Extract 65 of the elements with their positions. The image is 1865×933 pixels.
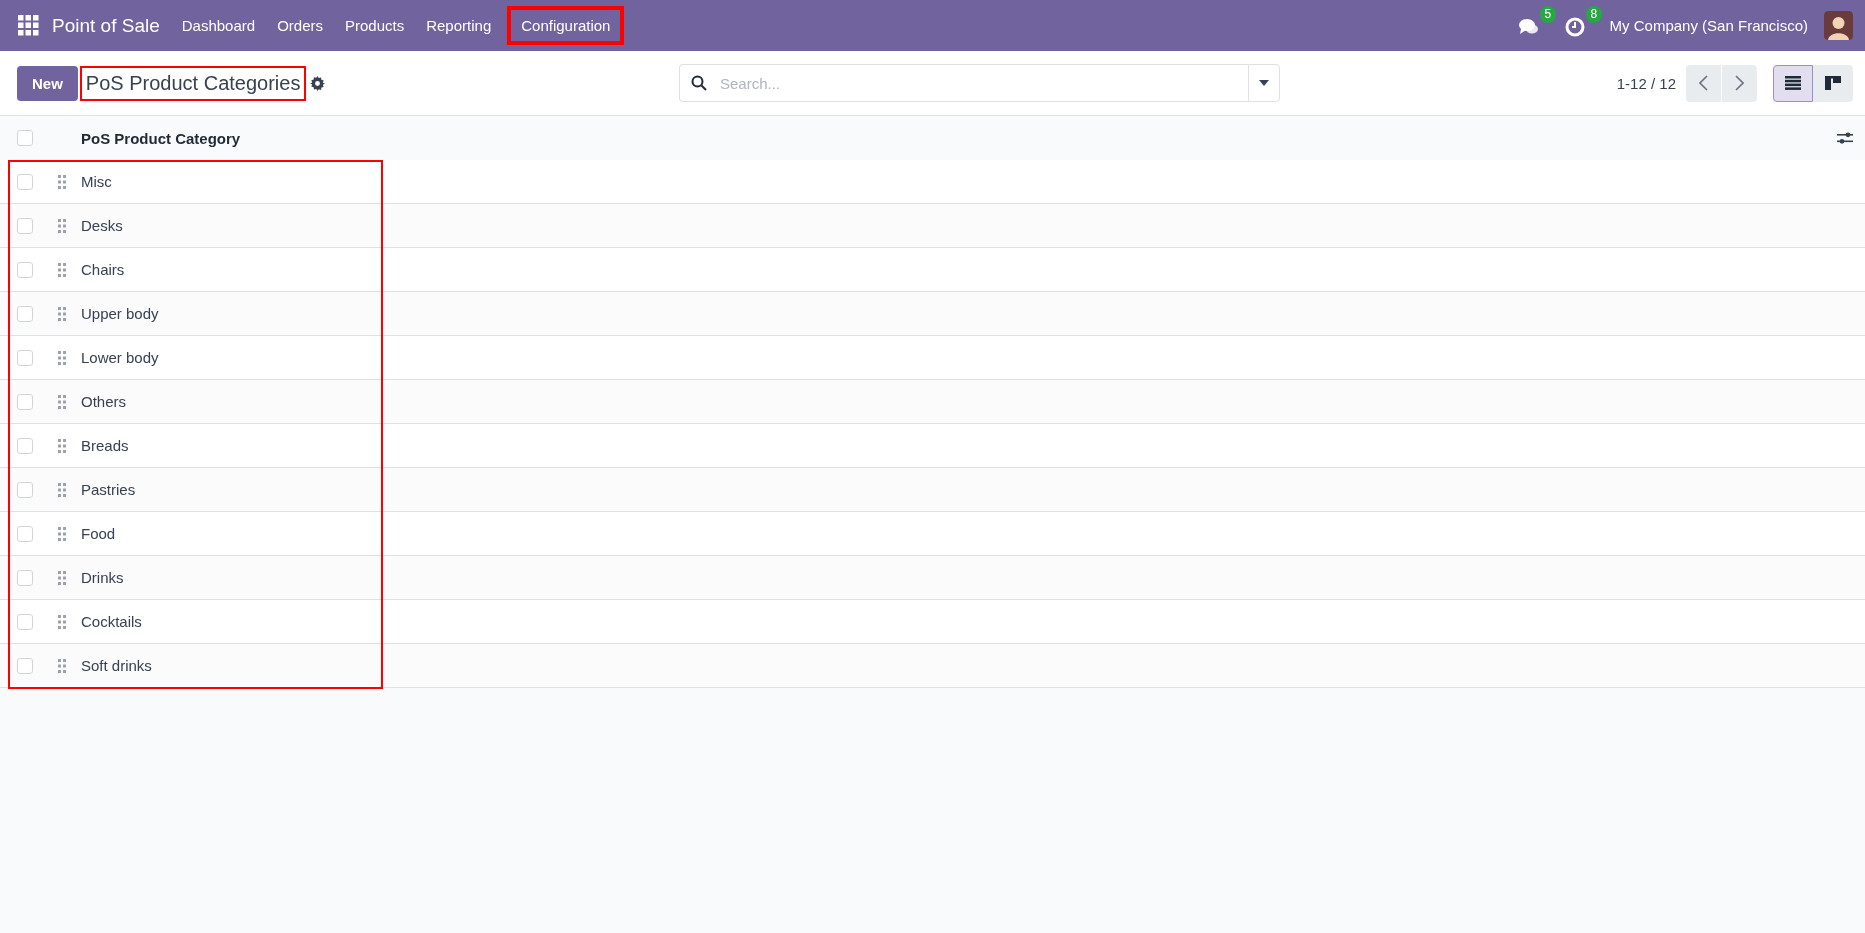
drag-handle-icon[interactable] (58, 262, 66, 277)
apps-menu-icon[interactable] (18, 15, 39, 36)
drag-handle-icon[interactable] (58, 438, 66, 453)
message-count-badge: 5 (1539, 5, 1557, 23)
checkbox[interactable] (17, 437, 33, 454)
drag-handle-icon[interactable] (58, 394, 66, 409)
pager-value[interactable]: 1-12 / 12 (1616, 74, 1676, 92)
category-name-cell-text: Chairs (81, 261, 126, 278)
checkbox[interactable] (17, 349, 33, 366)
sliders-icon[interactable] (1837, 131, 1853, 145)
category-name-cell-text: Breads (81, 437, 130, 454)
category-name-cell-text: Cocktails (81, 613, 143, 630)
drag-handle-icon[interactable] (58, 482, 66, 497)
menu-item[interactable]: Dashboard (171, 10, 266, 41)
caret-icon (1259, 80, 1269, 86)
menu-item[interactable]: Orders (267, 10, 333, 41)
category-name-cell-text: Drinks (81, 569, 125, 586)
checkbox[interactable] (17, 173, 33, 190)
next-page-button[interactable] (1722, 64, 1757, 102)
category-name-cell-text: Misc (81, 173, 113, 190)
search-options-toggle[interactable] (1248, 64, 1280, 102)
drag-handle-icon[interactable] (58, 218, 66, 233)
checkbox[interactable] (17, 657, 33, 674)
chevron-right-icon (1735, 75, 1744, 91)
checkbox[interactable] (17, 130, 33, 146)
checkbox[interactable] (17, 613, 33, 630)
category-name-cell-text: Food (81, 525, 117, 542)
checkbox[interactable] (17, 217, 33, 234)
menu-item[interactable]: Reporting (416, 10, 502, 41)
new-button[interactable]: New (17, 65, 78, 101)
category-name-cell-text: Soft drinks (81, 657, 153, 674)
checkbox[interactable] (17, 525, 33, 542)
activity-count-badge: 8 (1585, 5, 1603, 23)
drag-handle-icon[interactable] (58, 174, 66, 189)
category-name-cell-text: Desks (81, 217, 124, 234)
search-field[interactable]: Search... (679, 64, 1248, 102)
checkbox[interactable] (17, 261, 33, 278)
category-name-cell-text: Others (81, 393, 127, 410)
drag-handle-icon[interactable] (58, 658, 66, 673)
checkbox[interactable] (17, 481, 33, 498)
page-title: PoS Product Categories (81, 67, 305, 99)
category-name-cell-text: Pastries (81, 481, 137, 498)
drag-handle-icon[interactable] (58, 350, 66, 365)
view-switch-button[interactable] (1813, 64, 1853, 102)
kanban-view-icon (1825, 76, 1841, 90)
previous-page-button[interactable] (1686, 64, 1721, 102)
view-switch-button[interactable] (1773, 64, 1813, 102)
chevron-left-icon (1699, 75, 1708, 91)
menu-item[interactable]: Products (335, 10, 415, 41)
category-name-cell-text: Lower body (81, 349, 160, 366)
drag-handle-icon[interactable] (58, 570, 66, 585)
search-icon (691, 75, 707, 91)
company-name[interactable]: My Company (San Francisco) (1609, 17, 1808, 34)
category-name-cell-text: Upper body (81, 305, 160, 322)
drag-handle-icon[interactable] (58, 306, 66, 321)
app-title[interactable]: Point of Sale (52, 14, 160, 37)
checkbox[interactable] (17, 393, 33, 410)
column-header[interactable]: PoS Product Category (81, 129, 241, 147)
list-view-icon (1785, 76, 1801, 90)
checkbox[interactable] (17, 569, 33, 586)
checkbox[interactable] (17, 305, 33, 322)
settings-icon[interactable] (310, 75, 326, 91)
avatar[interactable] (1824, 11, 1853, 40)
drag-handle-icon[interactable] (58, 614, 66, 629)
drag-handle-icon[interactable] (58, 526, 66, 541)
